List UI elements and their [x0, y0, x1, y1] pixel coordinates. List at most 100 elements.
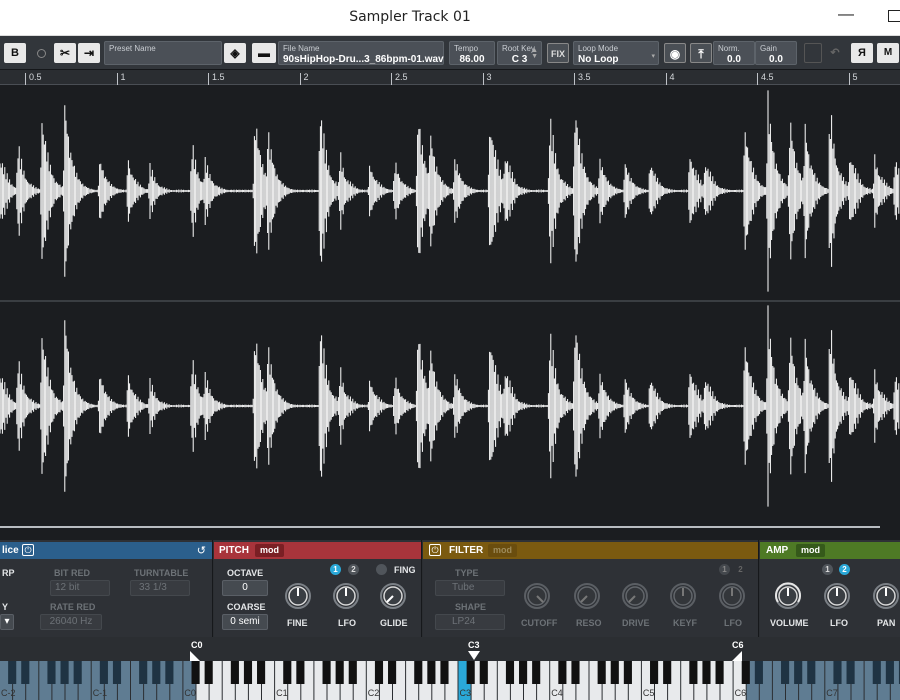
black-key[interactable] — [754, 661, 763, 684]
amp-lfo-knob[interactable] — [823, 582, 851, 610]
black-key[interactable] — [112, 661, 122, 684]
black-key[interactable] — [597, 661, 606, 684]
filter-lfo2-badge[interactable]: 2 — [735, 564, 746, 575]
filter-lfo1-badge[interactable]: 1 — [719, 564, 730, 575]
black-key[interactable] — [702, 661, 711, 684]
black-key[interactable] — [427, 661, 436, 684]
timeline-ruler[interactable]: 0.5 1 1.5 2 2.5 3 3.5 4 4.5 5 — [0, 70, 900, 85]
black-key[interactable] — [558, 661, 567, 684]
black-key[interactable] — [73, 661, 82, 684]
volume-knob[interactable] — [774, 582, 802, 610]
maximize-icon[interactable] — [888, 10, 900, 22]
black-key[interactable] — [243, 661, 253, 684]
reverse-button[interactable]: Я — [851, 43, 873, 63]
root-key-stepper-icon[interactable]: ▲ ▼ — [531, 47, 538, 60]
black-key[interactable] — [571, 661, 580, 684]
black-key[interactable] — [466, 661, 475, 684]
pitch-lfo-knob[interactable] — [332, 582, 360, 610]
trim-tool-icon[interactable]: ✂ — [54, 43, 76, 63]
black-key[interactable] — [99, 661, 108, 684]
black-key[interactable] — [650, 661, 659, 684]
amp-lfo2-badge[interactable]: 2 — [839, 564, 850, 575]
black-key[interactable] — [440, 661, 449, 684]
tempo-field[interactable]: Tempo 86.00 — [449, 41, 495, 65]
loop-mode-dropdown-icon[interactable]: ▾ — [651, 53, 655, 60]
loop-toggle-icon[interactable]: ◉ — [664, 43, 686, 63]
black-key[interactable] — [885, 661, 894, 684]
black-key[interactable] — [479, 661, 488, 684]
black-key[interactable] — [623, 661, 632, 684]
slice-reset-icon[interactable]: ↺ — [197, 544, 206, 557]
filter-type-dropdown[interactable]: Tube — [435, 580, 505, 596]
black-key[interactable] — [715, 661, 724, 684]
black-key[interactable] — [846, 661, 855, 684]
glide-knob[interactable] — [379, 582, 407, 610]
black-key[interactable] — [8, 661, 17, 684]
pitch-lfo1-badge[interactable]: 1 — [330, 564, 341, 575]
root-key-marker-icon[interactable] — [467, 651, 481, 661]
amp-mod-button[interactable]: mod — [796, 544, 825, 557]
normalize-field[interactable]: Norm. 0.0 — [713, 41, 755, 65]
black-key[interactable] — [152, 661, 161, 684]
pitch-lfo2-badge[interactable]: 2 — [348, 564, 359, 575]
black-key[interactable] — [165, 661, 174, 684]
black-key[interactable] — [283, 661, 292, 684]
record-dot-icon[interactable] — [37, 49, 46, 58]
range-high-handle-icon[interactable] — [730, 651, 744, 661]
fine-knob[interactable] — [284, 582, 312, 610]
filter-power-icon[interactable]: ⏻ — [429, 544, 441, 556]
fix-button[interactable]: FIX — [547, 43, 569, 63]
black-key[interactable] — [374, 661, 384, 684]
waveform-display[interactable] — [0, 86, 900, 526]
black-key[interactable] — [47, 661, 56, 684]
slice-tool-icon[interactable]: ⇥ — [78, 43, 100, 63]
waveform-scrollbar[interactable] — [0, 526, 880, 528]
slice-y-dropdown[interactable]: ▾ — [0, 614, 14, 630]
black-key[interactable] — [689, 661, 698, 684]
filter-shape-dropdown[interactable]: LP24 — [435, 614, 505, 630]
black-key[interactable] — [139, 661, 148, 684]
preset-name-field[interactable]: Preset Name — [104, 41, 222, 65]
black-key[interactable] — [348, 661, 357, 684]
range-low-handle-icon[interactable] — [188, 651, 202, 661]
octave-field[interactable]: 0 — [222, 580, 268, 596]
fing-toggle-icon[interactable] — [376, 564, 387, 575]
file-name-field[interactable]: File Name 90sHipHop-Dru...3_86bpm-01.wav — [278, 41, 444, 65]
copy-icon[interactable] — [804, 43, 822, 63]
black-key[interactable] — [296, 661, 305, 684]
normalize-icon[interactable]: ⤒ — [690, 43, 712, 63]
drive-knob[interactable] — [621, 582, 649, 610]
black-key[interactable] — [388, 661, 397, 684]
loop-mode-field[interactable]: Loop Mode No Loop ▾ — [573, 41, 659, 65]
black-key[interactable] — [532, 661, 541, 684]
keyboard-keys[interactable]: C-2 C-1 C0 C1 C2 C3 C4 C5 C6 C7 — [0, 661, 900, 700]
black-key[interactable] — [322, 661, 331, 684]
cutoff-knob[interactable] — [523, 582, 551, 610]
black-key[interactable] — [663, 661, 672, 684]
reso-knob[interactable] — [573, 582, 601, 610]
black-key[interactable] — [505, 661, 515, 684]
minimize-icon[interactable]: — — [838, 6, 854, 24]
undo-icon[interactable]: ↶ — [826, 43, 844, 63]
black-key[interactable] — [21, 661, 30, 684]
coarse-field[interactable]: 0 semi — [222, 614, 268, 630]
black-key[interactable] — [257, 661, 266, 684]
root-key-field[interactable]: Root Key C 3 ▲ ▼ — [497, 41, 542, 65]
turntable-dropdown[interactable]: 33 1/3 — [130, 580, 190, 596]
pan-knob[interactable] — [872, 582, 900, 610]
b-button[interactable]: B — [4, 43, 26, 63]
black-key[interactable] — [335, 661, 344, 684]
black-key[interactable] — [414, 661, 423, 684]
amp-lfo1-badge[interactable]: 1 — [822, 564, 833, 575]
m-button[interactable]: M — [877, 43, 899, 63]
preset-save-icon[interactable]: ◈ — [224, 43, 246, 63]
black-key[interactable] — [781, 661, 790, 684]
black-key[interactable] — [191, 661, 200, 684]
pitch-mod-button[interactable]: mod — [255, 544, 284, 557]
rate-red-field[interactable]: 26040 Hz — [40, 614, 102, 630]
folder-icon[interactable]: ▬ — [252, 43, 276, 63]
black-key[interactable] — [519, 661, 528, 684]
bit-red-dropdown[interactable]: 12 bit — [50, 580, 110, 596]
black-key[interactable] — [230, 661, 239, 684]
black-key[interactable] — [610, 661, 619, 684]
